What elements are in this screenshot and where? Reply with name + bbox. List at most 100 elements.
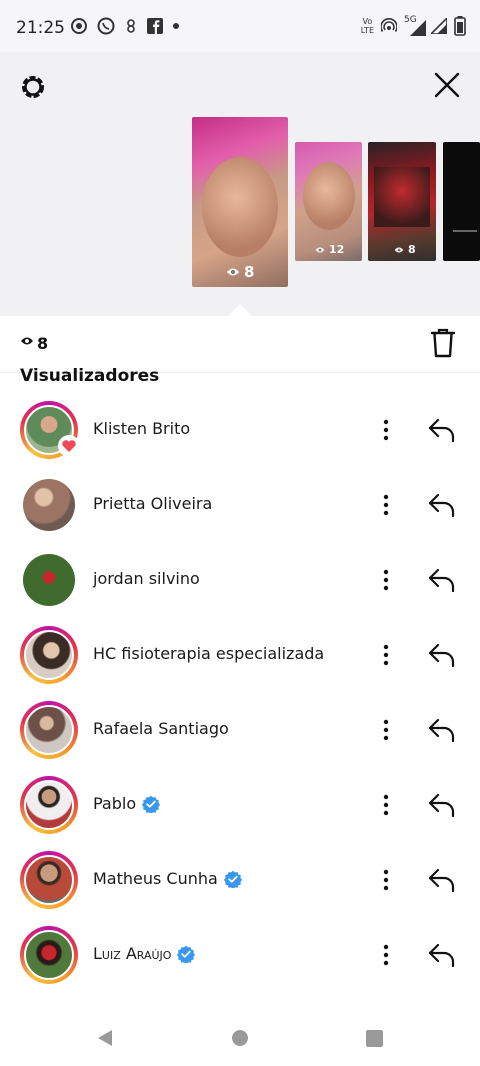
avatar-story-ring[interactable] — [20, 626, 78, 684]
avatar-wrap[interactable] — [20, 551, 78, 609]
home-icon[interactable] — [232, 1030, 248, 1046]
thumbnail-view-number: 8 — [244, 263, 255, 281]
avatar — [24, 630, 74, 680]
back-icon[interactable] — [96, 1028, 114, 1048]
viewer-name[interactable]: Matheus Cunha — [93, 869, 242, 888]
selected-story-pointer — [228, 304, 252, 316]
avatar-story-ring[interactable] — [20, 701, 78, 759]
eye-icon — [394, 247, 404, 252]
avatar — [24, 705, 74, 755]
verified-badge-icon — [177, 945, 196, 963]
avatar-story-ring[interactable] — [20, 926, 78, 984]
viewer-name-text: HC fisioterapia especializada — [93, 644, 325, 663]
viewer-row[interactable]: Prietta Oliveira — [0, 468, 480, 543]
more-options-icon[interactable] — [376, 863, 396, 897]
battery-icon — [454, 16, 466, 36]
liked-badge — [58, 435, 80, 457]
verified-badge-icon — [142, 795, 161, 813]
avatar-story-ring[interactable] — [20, 851, 78, 909]
more-options-icon[interactable] — [376, 488, 396, 522]
radio-icon — [71, 18, 87, 34]
viewer-name[interactable]: Luiz Araújo — [93, 944, 196, 963]
story-photo — [374, 167, 430, 227]
more-options-icon[interactable] — [376, 788, 396, 822]
more-options-icon[interactable] — [376, 563, 396, 597]
reply-icon[interactable] — [426, 788, 458, 822]
system-icons: Vo LTE 5G — [361, 16, 466, 36]
viewer-row[interactable]: Pablo — [0, 768, 480, 843]
recent-apps-icon[interactable] — [366, 1030, 383, 1047]
eye-icon — [315, 247, 325, 252]
more-options-icon[interactable] — [376, 938, 396, 972]
viewer-name[interactable]: Pablo — [93, 794, 161, 813]
avatar — [24, 930, 74, 980]
avatar-story-ring[interactable] — [20, 401, 80, 459]
reply-icon[interactable] — [426, 563, 458, 597]
viewer-row[interactable]: Luiz Araújo — [0, 918, 480, 993]
thumbnail-view-number: 12 — [329, 243, 345, 256]
story-photo — [202, 157, 278, 257]
story-thumbnail-selected[interactable]: 8 — [192, 117, 288, 287]
viewer-name-text: Matheus Cunha — [93, 869, 218, 888]
story-thumbnail[interactable] — [443, 142, 480, 261]
avatar — [23, 554, 75, 606]
viewer-row[interactable]: jordan silvino — [0, 543, 480, 618]
reply-icon[interactable] — [426, 938, 458, 972]
viewer-row[interactable]: Klisten Brito — [0, 393, 480, 468]
gear-icon[interactable] — [18, 72, 48, 102]
eye-icon — [21, 337, 33, 345]
story-thumbnail[interactable]: 8 — [368, 142, 436, 261]
reply-icon[interactable] — [426, 488, 458, 522]
lte-label: LTE — [360, 26, 374, 35]
notification-icons — [70, 17, 180, 35]
eye-icon — [227, 268, 239, 276]
avatar — [23, 479, 75, 531]
thumbnail-view-number: 8 — [408, 243, 416, 256]
viewers-section-title: Visualizadores — [20, 366, 160, 382]
avatar-story-ring[interactable] — [20, 776, 78, 834]
total-view-count: 8 — [37, 334, 49, 353]
status-time: 21:25 — [16, 18, 65, 38]
viewer-name[interactable]: jordan silvino — [93, 569, 200, 588]
status-bar: 21:25 Vo LTE 5G — [0, 0, 480, 52]
viewer-name[interactable]: Prietta Oliveira — [93, 494, 212, 513]
signal-5g: 5G — [404, 16, 426, 36]
reply-icon[interactable] — [426, 713, 458, 747]
facebook-icon — [147, 18, 163, 34]
avatar — [24, 780, 74, 830]
viewer-name[interactable]: HC fisioterapia especializada — [93, 644, 324, 663]
viewer-name[interactable]: Klisten Brito — [93, 419, 190, 438]
viewer-row[interactable]: HC fisioterapia especializada — [0, 618, 480, 693]
viewer-name-text: Pablo — [93, 794, 137, 813]
hotspot-icon — [381, 18, 397, 32]
system-nav-bar — [0, 1006, 480, 1066]
story-header: 8 12 8 — [0, 52, 480, 316]
viewer-row[interactable]: Matheus Cunha — [0, 843, 480, 918]
heart-icon — [62, 440, 76, 452]
more-options-icon[interactable] — [376, 413, 396, 447]
viewer-name[interactable]: Rafaela Santiago — [93, 719, 229, 738]
thumbnail-view-count: 8 — [226, 263, 254, 281]
avatar-wrap[interactable] — [20, 476, 78, 534]
reply-icon[interactable] — [426, 638, 458, 672]
trash-icon[interactable] — [430, 328, 456, 358]
viewer-name-text: jordan silvino — [93, 569, 200, 588]
close-icon[interactable] — [432, 70, 462, 100]
reply-icon[interactable] — [426, 863, 458, 897]
volte-label: Vo — [362, 17, 373, 26]
more-options-icon[interactable] — [376, 638, 396, 672]
reply-icon[interactable] — [426, 413, 458, 447]
app-icon — [127, 19, 135, 33]
more-options-icon[interactable] — [376, 713, 396, 747]
story-caption-line — [453, 230, 477, 232]
viewer-name-text: Klisten Brito — [93, 419, 191, 438]
story-thumbnail[interactable]: 12 — [295, 142, 362, 261]
signal-icon — [431, 18, 447, 34]
viewer-name-text: Prietta Oliveira — [93, 494, 213, 513]
avatar — [24, 855, 74, 905]
volte-indicator: Vo LTE — [361, 17, 374, 35]
signal-icon — [410, 20, 426, 36]
viewer-name-text: Luiz Araújo — [93, 944, 172, 963]
viewer-row[interactable]: Rafaela Santiago — [0, 693, 480, 768]
thumbnail-view-count: 12 — [315, 243, 344, 256]
